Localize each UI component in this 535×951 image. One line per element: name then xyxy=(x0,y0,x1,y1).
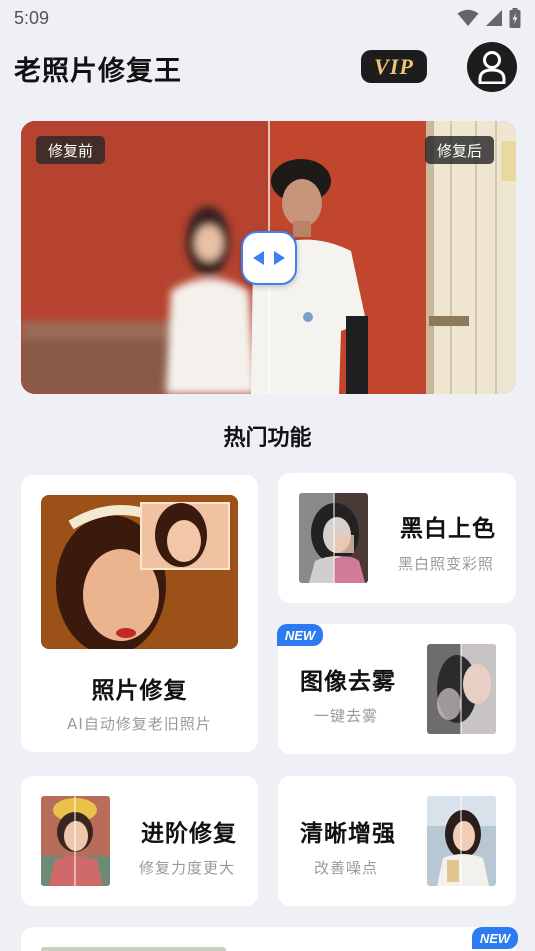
app-title: 老照片修复王 xyxy=(14,55,182,87)
status-bar: 5:09 xyxy=(0,0,535,36)
photo-repair-thumbnail xyxy=(41,495,238,649)
app-header: 老照片修复王 VIP xyxy=(0,40,535,96)
enhance-thumbnail xyxy=(427,796,496,886)
arrow-left-icon xyxy=(253,251,264,265)
section-title: 热门功能 xyxy=(223,426,312,451)
enhance-subtitle: 改善噪点 xyxy=(314,859,379,877)
signal-icon xyxy=(486,10,502,26)
before-label: 修复前 xyxy=(36,136,106,164)
compare-slider-handle[interactable] xyxy=(241,231,297,285)
after-label: 修复后 xyxy=(425,136,495,164)
before-after-banner[interactable]: 修复前 修复后 xyxy=(21,121,516,394)
advanced-repair-card[interactable]: 进阶修复 修复力度更大 xyxy=(21,776,258,906)
profile-button[interactable] xyxy=(467,42,517,92)
photo-repair-title: 照片修复 xyxy=(91,678,188,704)
bottom-feature-card[interactable] xyxy=(21,927,516,951)
status-icons xyxy=(457,8,521,28)
user-icon xyxy=(478,51,506,84)
vip-label: VIP xyxy=(374,53,414,79)
new-badge: NEW xyxy=(277,624,323,646)
colorize-subtitle: 黑白照变彩照 xyxy=(398,555,495,573)
photo-repair-card[interactable]: 照片修复 AI自动修复老旧照片 xyxy=(21,475,258,752)
battery-icon xyxy=(509,8,521,28)
advanced-repair-thumbnail xyxy=(41,796,110,886)
bottom-feature-thumbnail xyxy=(41,947,226,951)
wifi-icon xyxy=(457,9,479,26)
colorize-thumbnail xyxy=(299,493,368,583)
dehaze-thumbnail xyxy=(427,644,496,734)
dehaze-title: 图像去雾 xyxy=(300,669,396,695)
advanced-repair-subtitle: 修复力度更大 xyxy=(139,859,236,877)
colorize-card[interactable]: 黑白上色 黑白照变彩照 xyxy=(278,473,516,603)
advanced-repair-title: 进阶修复 xyxy=(141,821,237,847)
arrow-right-icon xyxy=(274,251,285,265)
vip-button[interactable]: VIP xyxy=(361,50,427,83)
enhance-title: 清晰增强 xyxy=(300,821,396,847)
colorize-title: 黑白上色 xyxy=(400,516,496,542)
new-badge-bottom: NEW xyxy=(472,927,518,949)
enhance-card[interactable]: 清晰增强 改善噪点 xyxy=(278,776,516,906)
dehaze-subtitle: 一键去雾 xyxy=(314,707,379,725)
photo-repair-subtitle: AI自动修复老旧照片 xyxy=(67,715,212,733)
status-time: 5:09 xyxy=(14,7,50,28)
